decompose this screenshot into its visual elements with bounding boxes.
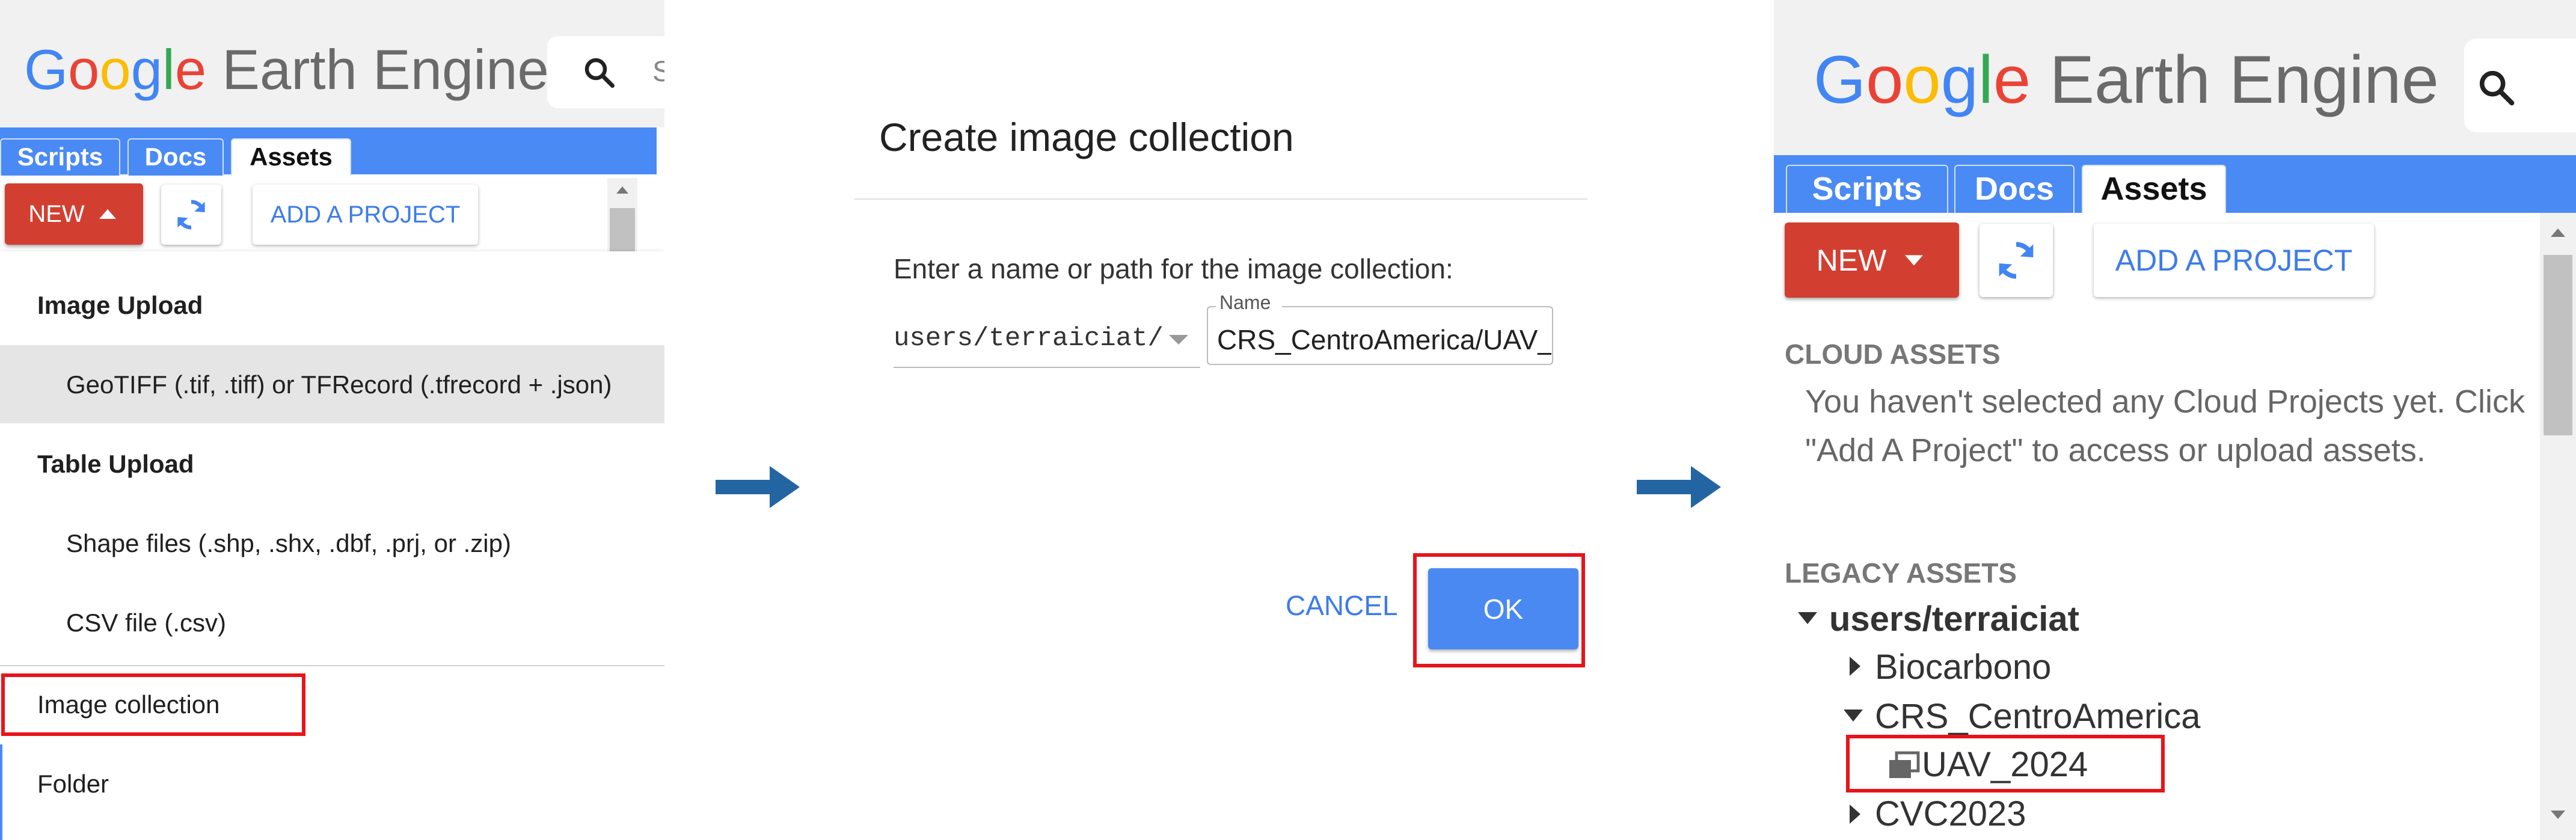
create-image-collection-dialog: Create image collection Enter a name or … (854, 0, 1587, 840)
tab-docs[interactable]: Docs (1954, 165, 2075, 213)
caret-up-icon (99, 209, 116, 219)
expanded-triangle-icon[interactable] (1841, 707, 1865, 724)
tree-item-crs-centroamerica[interactable]: CRS_CentroAmerica (1875, 696, 2201, 737)
new-button-label: NEW (28, 200, 85, 227)
menu-divider (0, 665, 664, 666)
csv-upload-item[interactable]: CSV file (.csv) (66, 609, 226, 637)
tab-docs[interactable]: Docs (127, 138, 224, 176)
search-icon (2479, 70, 2515, 106)
refresh-icon (177, 200, 205, 230)
earth-engine-logo: Google Earth Engine (24, 38, 549, 101)
folder-item[interactable]: Folder (37, 770, 109, 799)
tree-item-biocarbono[interactable]: Biocarbono (1875, 647, 2051, 687)
tab-assets[interactable]: Assets (231, 138, 351, 176)
search-placeholder: S (652, 56, 664, 88)
name-input-field[interactable]: Name CRS_CentroAmerica/UAV_ (1206, 292, 1587, 365)
cloud-assets-header: CLOUD ASSETS (1785, 339, 2001, 370)
refresh-button[interactable] (161, 185, 221, 245)
collapsed-triangle-icon[interactable] (1847, 654, 1862, 678)
add-a-project-button[interactable]: ADD A PROJECT (253, 185, 478, 245)
scrollbar-track[interactable] (2540, 213, 2576, 840)
image-collection-highlight-box (1, 673, 305, 736)
left-panel-new-menu: Google Earth Engine S Scripts Docs Asset… (0, 0, 664, 840)
new-dropdown-menu: Image Upload GeoTIFF (.tif, .tiff) or TF… (0, 251, 664, 840)
name-input-label: Name (1219, 292, 1271, 313)
new-button[interactable]: NEW (5, 183, 143, 245)
tab-bar: Scripts Docs Assets (1774, 155, 2576, 213)
scrollbar-track[interactable] (607, 178, 637, 251)
legacy-assets-header: LEGACY ASSETS (1785, 557, 2017, 589)
scroll-down-icon[interactable] (2548, 808, 2568, 821)
path-prefix-select[interactable]: users/terraiciat/ (894, 323, 1164, 354)
header-bar: Google Earth Engine (1774, 0, 2576, 155)
dialog-title: Create image collection (879, 115, 1294, 159)
tab-bar-edge (657, 127, 664, 174)
expanded-triangle-icon[interactable] (1796, 610, 1820, 627)
path-prefix-underline (894, 367, 1200, 368)
search-icon (584, 58, 615, 88)
menu-left-edge (0, 744, 2, 840)
dialog-prompt: Enter a name or path for the image colle… (894, 253, 1453, 284)
header-bar: Google Earth Engine S (0, 0, 664, 127)
add-a-project-button[interactable]: ADD A PROJECT (2094, 224, 2374, 297)
scrollbar-thumb[interactable] (610, 208, 635, 251)
scrollbar-thumb[interactable] (2544, 255, 2572, 435)
tab-scripts[interactable]: Scripts (1786, 165, 1948, 213)
dropdown-arrow-icon[interactable] (1167, 333, 1191, 347)
right-panel-assets-tree: Google Earth Engine Scripts Docs Assets … (1774, 0, 2576, 840)
refresh-button[interactable] (1980, 224, 2053, 297)
tab-bar: Scripts Docs Assets (0, 127, 664, 176)
cancel-button[interactable]: CANCEL (1286, 589, 1398, 622)
table-upload-header: Table Upload (37, 450, 194, 478)
tree-item-cvc2023[interactable]: CVC2023 (1875, 794, 2026, 834)
new-button-label: NEW (1816, 243, 1887, 277)
image-upload-header: Image Upload (37, 291, 203, 319)
arrow-right-icon (716, 466, 800, 508)
search-box[interactable] (2464, 38, 2576, 132)
geotiff-upload-item[interactable]: GeoTIFF (.tif, .tiff) or TFRecord (.tfre… (66, 370, 612, 399)
collapsed-triangle-icon[interactable] (1847, 802, 1862, 826)
uav-2024-highlight-box (1846, 735, 2165, 792)
tab-scripts[interactable]: Scripts (0, 138, 120, 176)
refresh-icon (1999, 242, 2034, 279)
tab-assets[interactable]: Assets (2082, 165, 2226, 213)
tree-root-users-terraiciat[interactable]: users/terraiciat (1829, 599, 2079, 639)
cloud-assets-message: You haven't selected any Cloud Projects … (1805, 384, 2525, 468)
arrow-right-icon (1637, 466, 1721, 508)
scroll-up-icon[interactable] (615, 184, 630, 196)
new-button[interactable]: NEW (1785, 222, 1959, 298)
scroll-up-icon[interactable] (2548, 226, 2568, 239)
geotiff-item-highlight[interactable]: GeoTIFF (.tif, .tiff) or TFRecord (.tfre… (0, 345, 664, 423)
dialog-divider (854, 198, 1587, 200)
earth-engine-logo: Google Earth Engine (1814, 42, 2439, 117)
shapefile-upload-item[interactable]: Shape files (.shp, .shx, .dbf, .prj, or … (66, 529, 511, 558)
ok-button-highlight-box (1413, 553, 1585, 667)
caret-down-icon (1905, 254, 1924, 266)
search-box[interactable]: S (547, 36, 664, 108)
name-input-value[interactable]: CRS_CentroAmerica/UAV_ (1217, 323, 1551, 356)
